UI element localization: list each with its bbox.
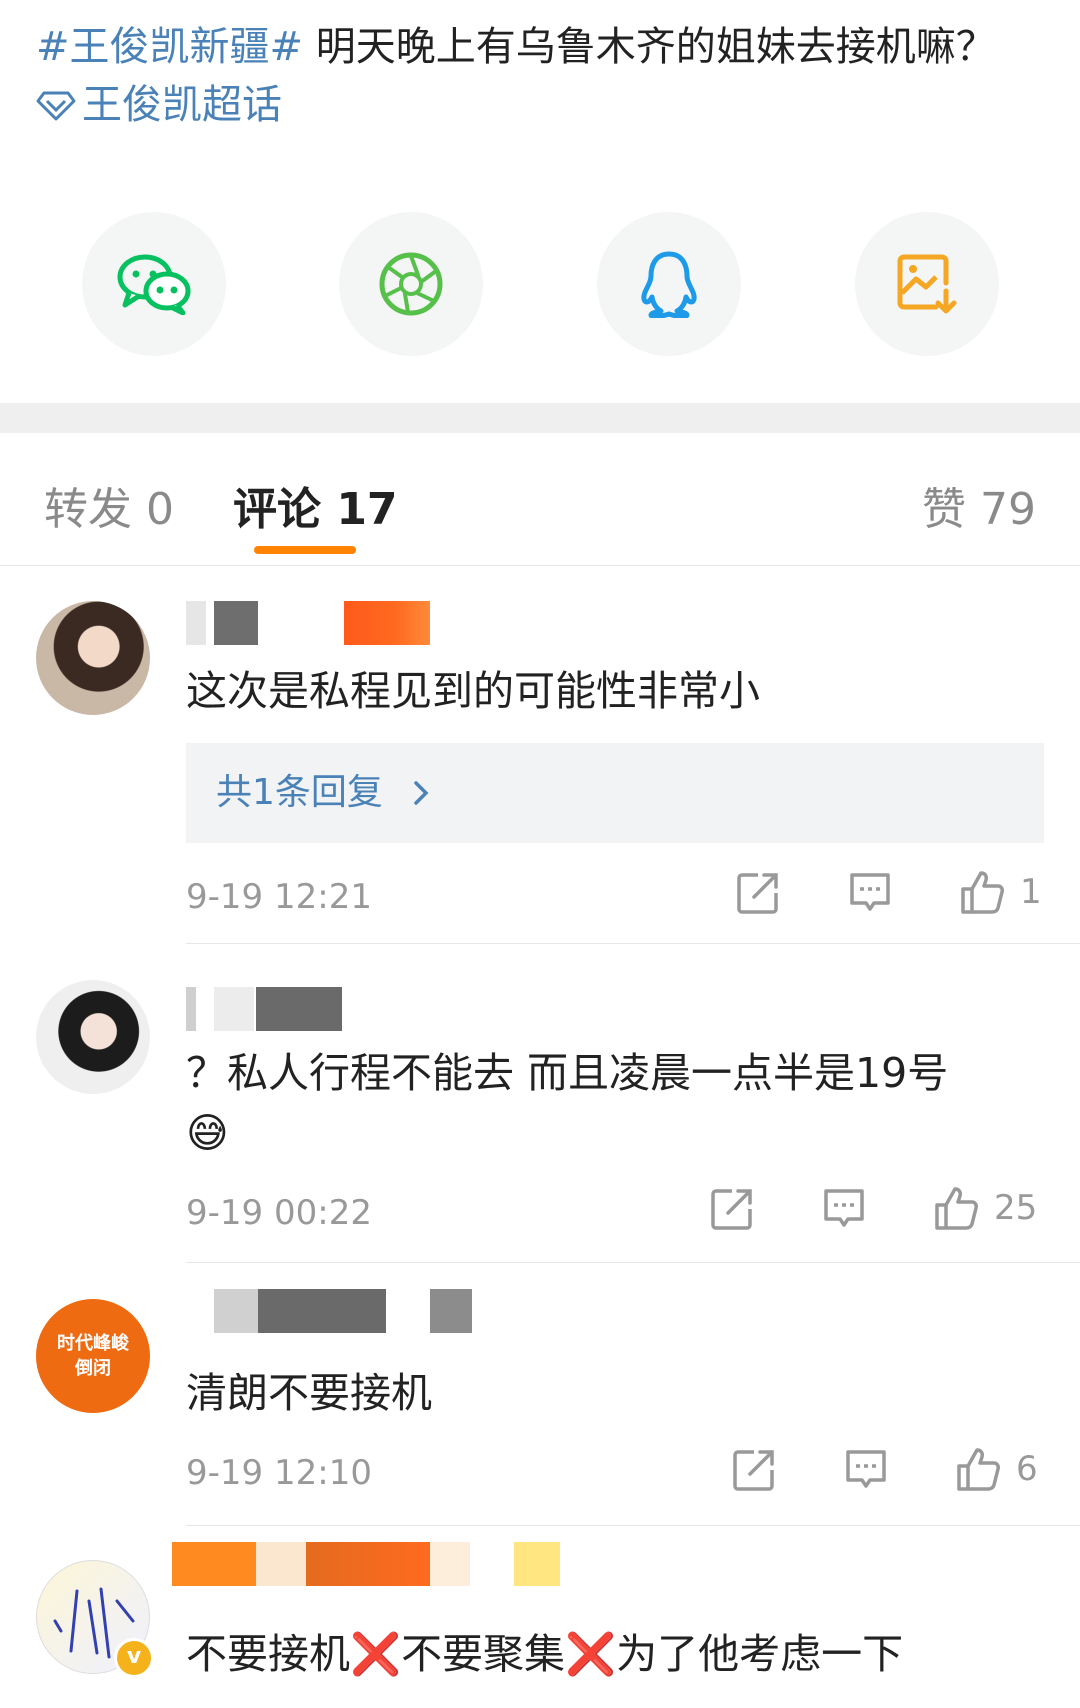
save-image-icon [897, 254, 957, 314]
divider [186, 1262, 1080, 1263]
avatar-text: 倒闭 [75, 1358, 111, 1379]
avatar-text: 时代峰峻 [57, 1333, 129, 1354]
reply-comment-button[interactable] [848, 871, 892, 915]
diamond-icon [36, 91, 76, 121]
divider [186, 943, 1080, 944]
topic-label: 王俊凯超话 [82, 82, 282, 128]
user-badge-blurred [514, 1542, 560, 1586]
share-moments-button[interactable] [339, 212, 483, 356]
thumbs-up-icon [961, 871, 1004, 914]
thumbs-up-icon [935, 1187, 978, 1230]
comment-text: 清朗不要接机 [186, 1369, 432, 1417]
like-count: 25 [994, 1188, 1038, 1228]
divider [186, 1525, 1080, 1526]
share-qq-button[interactable] [597, 212, 741, 356]
comment-time: 9-19 00:22 [186, 1193, 372, 1233]
moments-icon [379, 252, 443, 316]
reply-comment-button[interactable] [844, 1448, 888, 1492]
comment-text: 不要接机❌不要聚集❌为了他考虑一下 [186, 1630, 904, 1678]
username-blurred[interactable] [258, 1289, 386, 1333]
share-comment-button[interactable] [710, 1187, 754, 1231]
like-comment-button[interactable]: 6 [956, 1446, 1038, 1492]
avatar[interactable] [36, 980, 150, 1094]
qq-icon [641, 251, 697, 318]
tab-bar: 转发 0 评论 17 赞 79 [0, 433, 1080, 566]
username-blurred[interactable] [186, 987, 196, 1031]
thumbs-up-icon [957, 1448, 1000, 1491]
like-count: 1 [1020, 872, 1042, 912]
username-blurred[interactable] [172, 1542, 256, 1586]
username-blurred[interactable] [256, 1542, 306, 1586]
username-blurred[interactable] [214, 601, 258, 645]
wechat-icon [117, 254, 191, 315]
username-blurred[interactable] [256, 987, 342, 1031]
reply-comment-button[interactable] [822, 1187, 866, 1231]
username-blurred[interactable] [430, 1542, 470, 1586]
tab-repost[interactable]: 转发 0 [44, 473, 174, 537]
like-comment-button[interactable]: 25 [934, 1185, 1037, 1231]
post-body: 明天晚上有乌鲁木齐的姐妹去接机嘛？ [303, 24, 996, 70]
post-hashtag[interactable]: #王俊凯新疆# [36, 24, 303, 70]
comment-icon [824, 1189, 864, 1227]
like-comment-button[interactable]: 1 [960, 869, 1042, 915]
cross-emoji: ❌ [350, 1630, 402, 1678]
tab-likes[interactable]: 赞 79 [922, 473, 1036, 537]
username-blurred[interactable] [214, 1289, 258, 1333]
share-icon [737, 873, 778, 914]
comment-time: 9-19 12:21 [186, 877, 372, 917]
topic-link[interactable]: 王俊凯超话 [36, 82, 282, 128]
save-image-button[interactable] [855, 212, 999, 356]
comment-text: 这次是私程见到的可能性非常小 [186, 667, 760, 715]
like-count: 6 [1016, 1449, 1038, 1489]
active-tab-indicator [254, 546, 356, 554]
cross-emoji: ❌ [565, 1630, 617, 1678]
comment-time: 9-19 12:10 [186, 1453, 372, 1493]
view-replies-button[interactable]: 共1条回复 [186, 743, 1044, 843]
avatar[interactable]: 时代峰峻 倒闭 [36, 1299, 150, 1413]
user-badge-blurred [430, 1289, 472, 1333]
share-comment-button[interactable] [736, 871, 780, 915]
share-row [0, 212, 1080, 357]
comment-text: ？私人行程不能去 而且凌晨一点半是19号 😅 [186, 1043, 1036, 1163]
verified-badge: v [114, 1638, 154, 1678]
comment-text-body: ？私人行程不能去 而且凌晨一点半是19号 [186, 1049, 949, 1097]
chevron-right-icon [412, 772, 430, 813]
user-badge-blurred [344, 601, 430, 645]
section-separator [0, 403, 1080, 433]
reply-count-label: 共1条回复 [216, 772, 383, 813]
share-icon [733, 1450, 774, 1491]
username-blurred[interactable] [186, 601, 206, 645]
username-blurred[interactable] [306, 1542, 430, 1586]
username-blurred[interactable] [214, 987, 254, 1031]
avatar[interactable] [36, 601, 150, 715]
comment-icon [850, 873, 890, 911]
comment-icon [846, 1450, 886, 1488]
sweat-smile-emoji: 😅 [186, 1109, 229, 1157]
share-icon [711, 1189, 752, 1230]
post-text: #王俊凯新疆# 明天晚上有乌鲁木齐的姐妹去接机嘛？ 王俊凯超话 [36, 18, 1036, 134]
tab-comments[interactable]: 评论 17 [233, 473, 398, 537]
share-wechat-button[interactable] [82, 212, 226, 356]
share-comment-button[interactable] [732, 1448, 776, 1492]
